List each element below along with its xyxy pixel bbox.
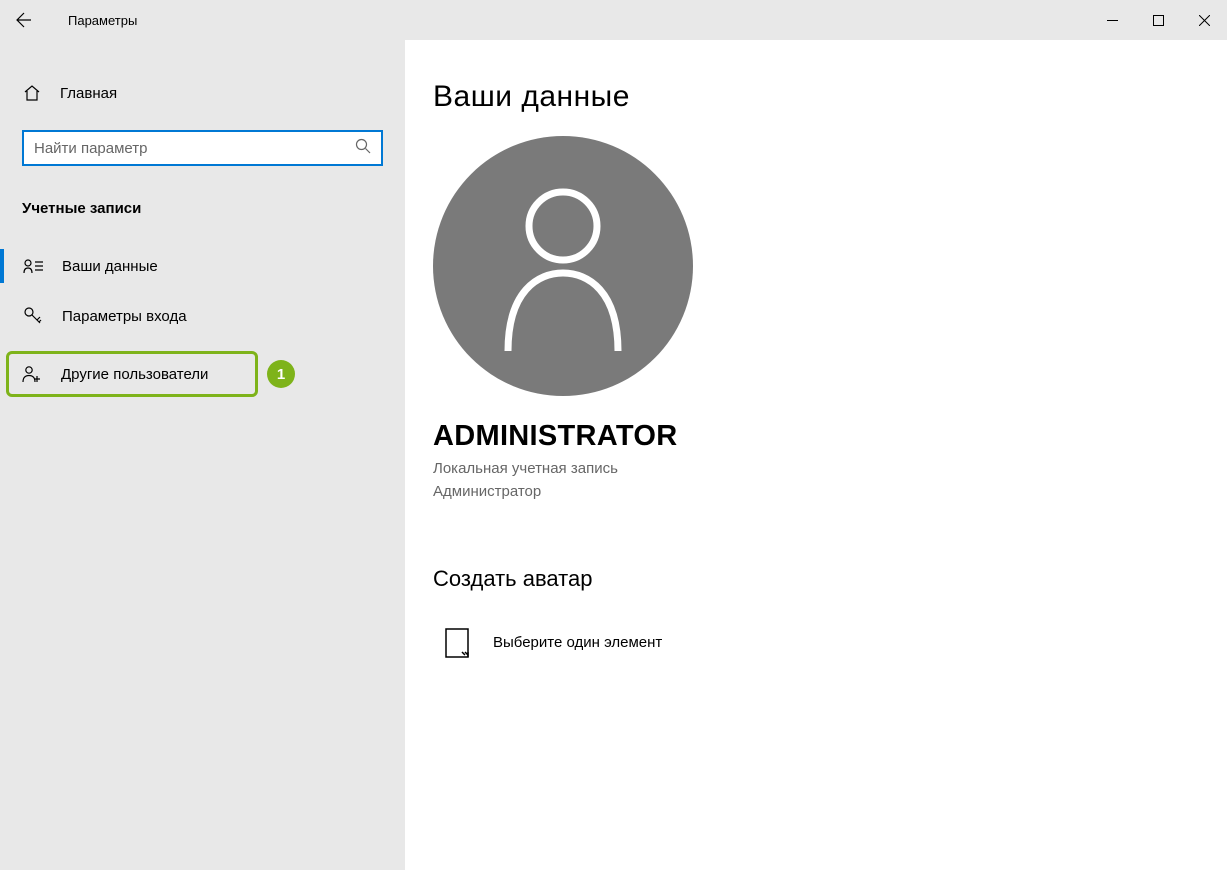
close-icon	[1199, 15, 1210, 26]
search-icon	[355, 138, 371, 159]
maximize-icon	[1153, 15, 1164, 26]
window-title: Параметры	[68, 13, 137, 28]
close-button[interactable]	[1181, 0, 1227, 40]
sidebar-item-label: Ваши данные	[62, 258, 158, 275]
home-icon	[22, 84, 42, 102]
username: ADMINISTRATOR	[433, 420, 1227, 453]
minimize-icon	[1107, 15, 1118, 26]
annotation-number: 1	[277, 366, 285, 383]
add-user-icon	[21, 365, 43, 383]
search-box[interactable]	[22, 130, 383, 166]
browse-label: Выберите один элемент	[493, 634, 662, 651]
window-controls	[1089, 0, 1227, 40]
user-icon	[493, 181, 633, 351]
home-label: Главная	[60, 85, 117, 102]
browse-for-one[interactable]: Выберите один элемент	[433, 628, 1227, 658]
search-input[interactable]	[34, 140, 355, 157]
sidebar-item-other-users[interactable]: Другие пользователи 1	[6, 351, 258, 397]
arrow-left-icon	[16, 12, 32, 28]
your-info-icon	[22, 258, 44, 274]
browse-icon	[443, 628, 471, 658]
sidebar-item-your-info[interactable]: Ваши данные	[0, 241, 405, 291]
accounts-section-header: Учетные записи	[0, 200, 405, 217]
avatar	[433, 136, 693, 396]
minimize-button[interactable]	[1089, 0, 1135, 40]
page-title: Ваши данные	[433, 80, 1227, 114]
search-wrap	[22, 130, 383, 166]
main-panel: Ваши данные ADMINISTRATOR Локальная учет…	[405, 40, 1227, 870]
annotation-badge: 1	[267, 360, 295, 388]
account-type: Локальная учетная запись	[433, 457, 1227, 480]
sidebar-item-signin-options[interactable]: Параметры входа	[0, 291, 405, 341]
create-avatar-header: Создать аватар	[433, 566, 1227, 592]
key-icon	[22, 307, 44, 325]
account-role: Администратор	[433, 480, 1227, 503]
home-nav[interactable]: Главная	[0, 76, 405, 110]
sidebar-item-label: Другие пользователи	[61, 366, 208, 383]
titlebar: Параметры	[0, 0, 1227, 40]
sidebar: Главная Учетные записи Ваши данные Парам…	[0, 40, 405, 870]
back-button[interactable]	[0, 0, 48, 40]
sidebar-item-label: Параметры входа	[62, 308, 187, 325]
maximize-button[interactable]	[1135, 0, 1181, 40]
